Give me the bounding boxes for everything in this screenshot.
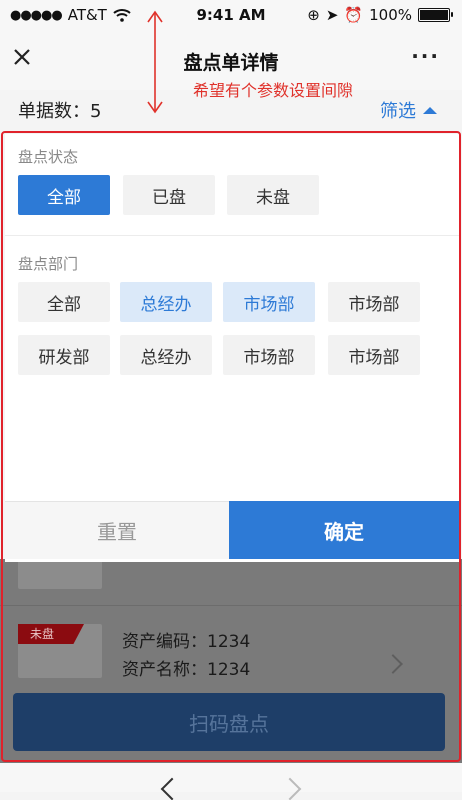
dimmed-list: 未盘 资产编码：1234 资产名称：1234 扫码盘点	[0, 559, 462, 763]
status-option-all[interactable]: 全部	[18, 175, 110, 215]
filter-label: 筛选	[380, 101, 416, 122]
annotation-arrow	[147, 10, 163, 114]
battery-percent: 100%	[369, 6, 412, 24]
confirm-button[interactable]: 确定	[229, 501, 459, 559]
dept-option-general-office[interactable]: 总经办	[120, 282, 212, 322]
dept-option-marketing[interactable]: 市场部	[328, 282, 420, 322]
reset-button[interactable]: 重置	[5, 501, 229, 559]
battery-icon	[418, 8, 453, 22]
dept-option-marketing[interactable]: 市场部	[223, 335, 315, 375]
back-arrow-icon[interactable]	[160, 777, 184, 800]
dept-option-rd[interactable]: 研发部	[18, 335, 110, 375]
section-divider	[5, 235, 459, 236]
status-section-label: 盘点状态	[18, 148, 79, 166]
annotation-note: 希望有个参数设置间隙	[193, 81, 354, 100]
chevron-right-icon[interactable]	[383, 654, 403, 674]
dept-option-marketing[interactable]: 市场部	[328, 335, 420, 375]
filter-button[interactable]: 筛选	[380, 97, 438, 123]
forward-arrow-icon[interactable]	[278, 777, 302, 800]
page-title: 盘点单详情	[183, 52, 279, 74]
scan-inventory-button[interactable]: 扫码盘点	[13, 693, 445, 751]
status-option-uncounted[interactable]: 未盘	[227, 175, 319, 215]
filter-panel: 盘点状态 全部 已盘 未盘 盘点部门 全部 总经办 市场部 市场部 研发部 总经…	[5, 134, 459, 562]
alarm-icon: ⏰	[344, 6, 364, 24]
divider	[0, 605, 462, 606]
dept-section-label: 盘点部门	[18, 255, 79, 273]
status-bar: ●●●●● AT&T 9:41 AM ⊕ ➤ ⏰ 100%	[0, 0, 462, 30]
status-badge: 未盘	[18, 624, 84, 644]
asset-thumbnail	[18, 559, 102, 589]
filter-triangle-icon	[423, 107, 437, 114]
status-option-counted[interactable]: 已盘	[123, 175, 215, 215]
orientation-lock-icon: ⊕	[307, 6, 320, 24]
more-icon[interactable]: ···	[411, 44, 440, 68]
dept-option-general-office[interactable]: 总经办	[120, 335, 212, 375]
document-count: 单据数：5	[18, 101, 102, 122]
dept-option-marketing[interactable]: 市场部	[223, 282, 315, 322]
location-icon: ➤	[325, 6, 339, 24]
dept-option-all[interactable]: 全部	[18, 282, 110, 322]
asset-name: 资产名称：1234	[122, 660, 251, 680]
asset-code: 资产编码：1234	[122, 632, 251, 652]
browser-toolbar	[0, 763, 462, 800]
